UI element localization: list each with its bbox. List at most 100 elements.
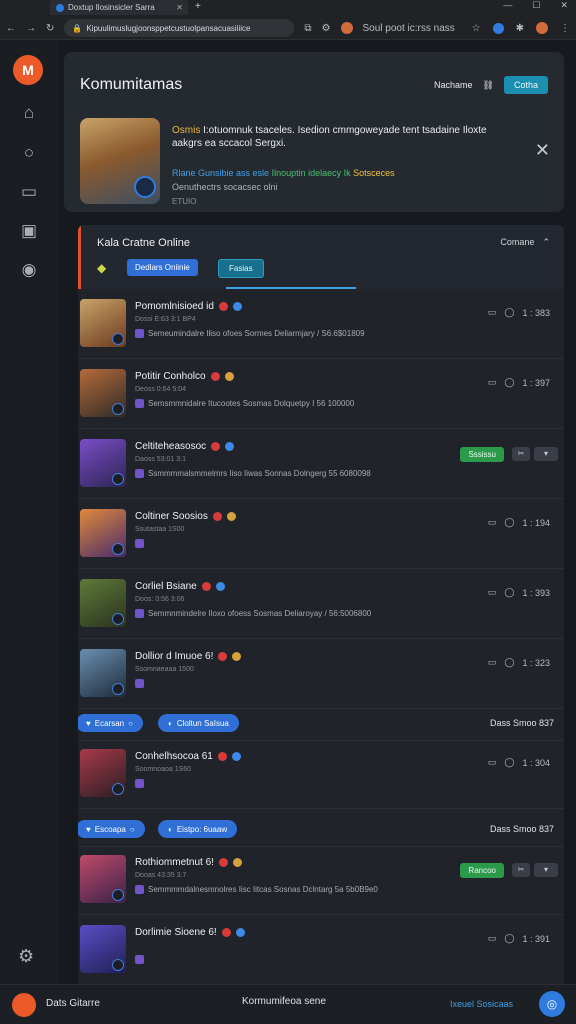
header-button[interactable]: Cotha (503, 76, 548, 94)
folder-icon[interactable]: ▭ (488, 307, 497, 318)
address-bar[interactable]: 🔒 Kipuulimuslugjoonsppetcustuolpansacuas… (64, 19, 295, 37)
close-window-button[interactable]: ✕ (560, 0, 568, 11)
settings-icon[interactable]: ⚙ (322, 23, 331, 34)
game-title[interactable]: Corliel Bsiane (135, 581, 225, 592)
bottom-mid-label[interactable]: Kormumifeoa sene (242, 996, 326, 1007)
filter-chip-fasias[interactable]: Fasias (218, 259, 264, 278)
promo-link-blue[interactable]: Rlane Gunsibie ass esle (172, 168, 269, 178)
game-row[interactable]: Potitir Conholco Deoss 0:64 5:04 Semsmmnid… (78, 359, 564, 429)
link-icon[interactable]: ⛓ (483, 80, 494, 91)
folder-icon[interactable]: ▭ (488, 377, 497, 388)
bottom-logo[interactable] (12, 993, 36, 1017)
join-button[interactable]: Sssissu (460, 447, 504, 462)
game-thumbnail[interactable] (80, 299, 126, 347)
filter-chip-online[interactable]: Dedlars Oniinie (127, 259, 198, 276)
new-tab-button[interactable]: + (195, 1, 201, 12)
home-icon[interactable]: ⌂ (18, 102, 40, 124)
tag-icon (135, 399, 144, 408)
store-icon[interactable]: ▣ (18, 220, 40, 242)
list-sort-label[interactable]: Comane (500, 237, 534, 248)
pill-button[interactable]: ♥ Escoapa ○ (78, 820, 145, 838)
game-thumbnail[interactable] (80, 855, 126, 903)
game-title[interactable]: Coltiner Soosios (135, 511, 236, 522)
menu-icon[interactable]: ⋮ (560, 23, 570, 34)
game-title[interactable]: Celtiteheasosoc (135, 441, 235, 452)
bottom-right-link[interactable]: Ixeuel Sosicaas (450, 999, 513, 1009)
chevron-up-icon[interactable]: ⌃ (542, 237, 550, 248)
header-right-label[interactable]: Nachame (434, 80, 473, 90)
game-row[interactable]: Celtiteheasosoc Daoss 53:01 3:1 Ssmmmmalsm… (78, 429, 564, 499)
forward-icon[interactable]: → (26, 23, 36, 34)
install-icon[interactable]: ⧉ (304, 23, 311, 34)
chat-fab-button[interactable]: ◎ (539, 991, 565, 1017)
promo-body: I:otuomnuk tsaceles. Isedion cmmgoweyade… (172, 125, 487, 149)
game-meta: ▭ ◯ 1 : 397 (487, 377, 550, 388)
folder-icon[interactable]: ▭ (488, 517, 497, 528)
pill-button-secondary[interactable]: ◐ Eistpo: 6uaaw (158, 820, 238, 838)
game-row[interactable]: Pomomlnisioed id Dossi E:63 3:1 BP4 Semeum… (78, 289, 564, 359)
verified-icon (231, 752, 241, 761)
tab-close-icon[interactable]: ✕ (176, 3, 188, 12)
thumb-badge-icon (112, 543, 124, 555)
chat-icon[interactable]: ▭ (18, 181, 40, 203)
game-row[interactable]: Conhelhsocoa 61 Soomnoaoa 1S60 ▭ ◯ 1 : 304 (78, 739, 564, 809)
game-description: Semmmmdalnesmnolres Iisc Iitcas Sosnas D… (135, 885, 378, 894)
game-title[interactable]: Conhelhsocoa 61 (135, 751, 241, 762)
close-icon[interactable]: ✕ (535, 140, 550, 161)
game-thumbnail[interactable] (80, 579, 126, 627)
maximize-button[interactable]: ☐ (532, 0, 540, 11)
more-icon[interactable]: ▾ (534, 863, 558, 877)
extension-icon[interactable] (340, 22, 353, 34)
profile-avatar[interactable] (536, 22, 548, 34)
game-title[interactable]: Potitir Conholco (135, 371, 234, 382)
share-icon[interactable]: ✂ (512, 447, 530, 461)
back-icon[interactable]: ← (6, 23, 16, 34)
verified-icon (232, 652, 242, 661)
gear-icon[interactable]: ⚙ (18, 946, 34, 967)
bookmark-star-icon[interactable]: ☆ (472, 23, 481, 34)
pill-button[interactable]: ♥ Ecarsan ○ (78, 714, 143, 732)
puzzle-icon[interactable]: ✱ (516, 23, 524, 34)
app-logo[interactable]: M (13, 55, 43, 85)
verified-icon (226, 512, 236, 521)
folder-icon[interactable]: ▭ (488, 933, 497, 944)
game-thumbnail[interactable] (80, 749, 126, 797)
game-thumbnail[interactable] (80, 925, 126, 973)
folder-icon[interactable]: ▭ (488, 757, 497, 768)
share-icon[interactable]: ✂ (512, 863, 530, 877)
game-row[interactable]: Dorlimie Sioene 6! ▭ ◯ 1 : 391 (78, 915, 564, 984)
reload-icon[interactable]: ↻ (46, 23, 54, 34)
folder-icon[interactable]: ▭ (488, 657, 497, 668)
game-title[interactable]: Pomomlnisioed id (135, 301, 242, 312)
promo-image[interactable] (80, 118, 160, 204)
minimize-button[interactable]: — (503, 0, 512, 11)
community-icon[interactable]: ◉ (18, 259, 40, 281)
game-row[interactable]: Dollior d Imuoe 6! Ssomnaeaaa 1500 ▭ ◯ 1 : 3… (78, 639, 564, 709)
extension-label[interactable]: Soul poot ic:rss nass (363, 23, 455, 34)
bottom-left-label[interactable]: Dats Gitarre (46, 998, 100, 1009)
join-button[interactable]: Rancoo (460, 863, 504, 878)
game-thumbnail[interactable] (80, 649, 126, 697)
pill-button-secondary[interactable]: ◐ Cloltun SaIsua (158, 714, 239, 732)
game-row[interactable]: Corliel Bsiane Doos: 0:56 3:06 Semmnmindel… (78, 569, 564, 639)
game-row[interactable]: Rothiommetnut 6! Dooas 43:35 3:7 Semmmmdal… (78, 845, 564, 915)
promo-link-green[interactable]: Ilnouptin idelaecy Ik (272, 168, 351, 178)
folder-icon[interactable]: ▭ (488, 587, 497, 598)
game-title[interactable]: Dollior d Imuoe 6! (135, 651, 242, 662)
browser-tab[interactable]: Doxtup Ilosinsicler Sarra ✕ (50, 0, 188, 15)
list-header-right[interactable]: Comane ⌃ (500, 237, 550, 248)
verified-icon (225, 442, 235, 451)
address-bar-icons: ⧉ ⚙ Soul poot ic:rss nass (304, 22, 455, 34)
players-icon: ◯ (504, 757, 515, 767)
pill-row: ♥ Ecarsan ○ ◐ Cloltun SaIsua Dass Smoo 837 (78, 707, 564, 741)
extension-blue-icon[interactable] (492, 22, 504, 34)
search-icon[interactable]: ○ (18, 142, 40, 164)
game-thumbnail[interactable] (80, 509, 126, 557)
game-title[interactable]: Rothiommetnut 6! (135, 857, 242, 868)
more-icon[interactable]: ▾ (534, 447, 558, 461)
game-thumbnail[interactable] (80, 369, 126, 417)
game-title[interactable]: Dorlimie Sioene 6! (135, 927, 245, 938)
promo-link-yellow[interactable]: Sotsceces (353, 168, 395, 178)
game-row[interactable]: Coltiner Soosios Ssutastaa 1S00 ▭ ◯ 1 : 194 (78, 499, 564, 569)
game-thumbnail[interactable] (80, 439, 126, 487)
